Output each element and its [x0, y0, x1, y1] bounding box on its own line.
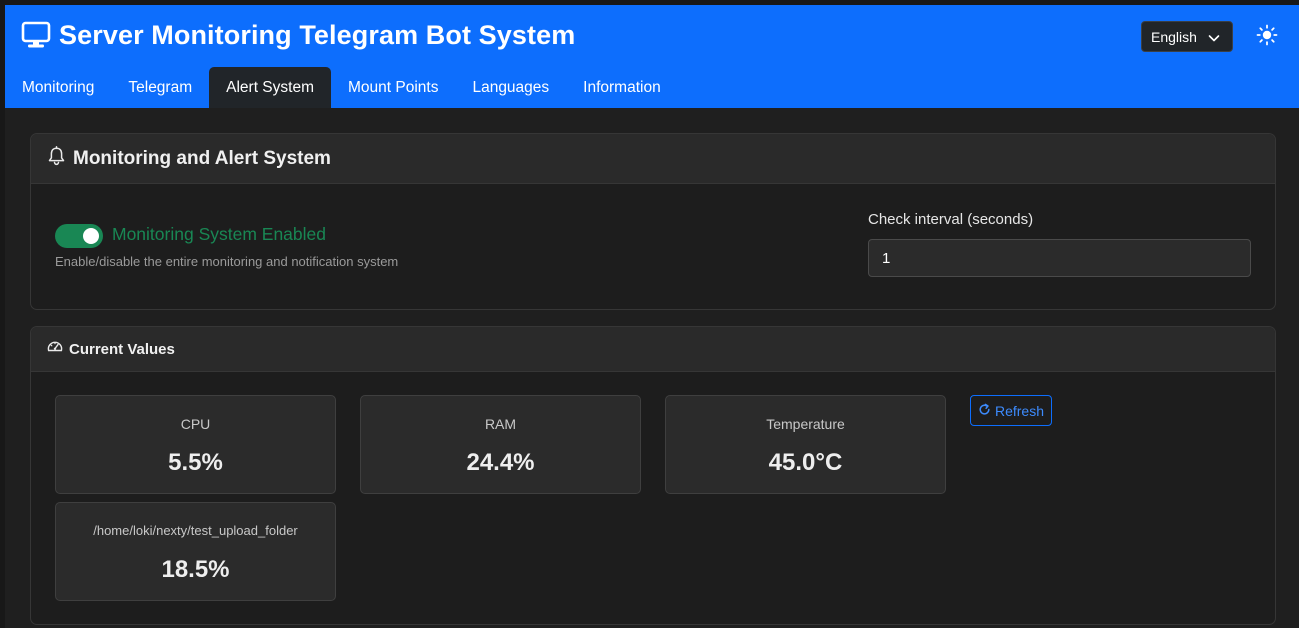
metric-temperature: Temperature 45.0°C — [665, 395, 946, 494]
card-title: Monitoring and Alert System — [73, 147, 331, 169]
refresh-icon — [978, 403, 995, 419]
tab-bar: Monitoring Telegram Alert System Mount P… — [5, 67, 678, 108]
monitor-icon — [21, 21, 51, 49]
app-title: Server Monitoring Telegram Bot System — [59, 19, 576, 50]
metric-label: /home/loki/nexty/test_upload_folder — [93, 523, 298, 538]
monitoring-toggle-help: Enable/disable the entire monitoring and… — [55, 254, 399, 269]
refresh-label: Refresh — [994, 402, 1045, 419]
tab-telegram[interactable]: Telegram — [111, 67, 209, 108]
sun-icon — [1256, 24, 1278, 51]
header: Server Monitoring Telegram Bot System En… — [5, 5, 1299, 108]
monitoring-toggle-switch[interactable] — [55, 224, 103, 248]
speedometer-icon — [47, 339, 63, 360]
language-select-value: English — [1151, 28, 1197, 45]
metric-value: 24.4% — [466, 449, 535, 476]
card-header: Monitoring and Alert System — [31, 134, 1275, 184]
card-title: Current Values — [69, 340, 175, 358]
switch-knob — [83, 228, 99, 244]
metric-value: 45.0°C — [768, 449, 843, 476]
metric-mount-point: /home/loki/nexty/test_upload_folder 18.5… — [55, 502, 336, 601]
tab-label: Telegram — [128, 78, 193, 96]
tab-mount-points[interactable]: Mount Points — [331, 67, 455, 108]
metric-value: 18.5% — [161, 556, 230, 583]
alert-system-card: Monitoring and Alert System Monitoring S… — [30, 133, 1276, 310]
tab-information[interactable]: Information — [566, 67, 678, 108]
metric-label: Temperature — [766, 416, 845, 432]
monitoring-toggle-label: Monitoring System Enabled — [112, 224, 326, 244]
tab-label: Languages — [472, 78, 550, 96]
tab-alert-system[interactable]: Alert System — [209, 67, 331, 108]
tab-label: Information — [583, 78, 661, 96]
check-interval-input[interactable] — [868, 239, 1251, 277]
tab-languages[interactable]: Languages — [455, 67, 566, 108]
chevron-down-icon — [1208, 31, 1220, 43]
metric-value: 5.5% — [168, 449, 223, 476]
tab-label: Alert System — [226, 78, 314, 96]
metric-label: CPU — [180, 416, 211, 432]
current-values-card: Current Values CPU 5.5% RAM 24.4% Temper… — [30, 326, 1276, 625]
metric-label: RAM — [484, 416, 517, 432]
theme-toggle-button[interactable] — [1255, 24, 1279, 51]
metric-cpu: CPU 5.5% — [55, 395, 336, 494]
metric-ram: RAM 24.4% — [360, 395, 641, 494]
app-frame: Server Monitoring Telegram Bot System En… — [5, 5, 1299, 628]
tab-label: Mount Points — [347, 78, 439, 96]
tab-monitoring[interactable]: Monitoring — [5, 67, 111, 108]
refresh-button[interactable]: Refresh — [970, 395, 1052, 426]
title-row: Server Monitoring Telegram Bot System — [21, 17, 575, 53]
check-interval-label: Check interval (seconds) — [868, 211, 1034, 228]
card-header: Current Values — [31, 327, 1275, 372]
bell-icon — [47, 146, 66, 171]
tab-label: Monitoring — [22, 78, 95, 96]
language-select[interactable]: English — [1141, 21, 1233, 52]
